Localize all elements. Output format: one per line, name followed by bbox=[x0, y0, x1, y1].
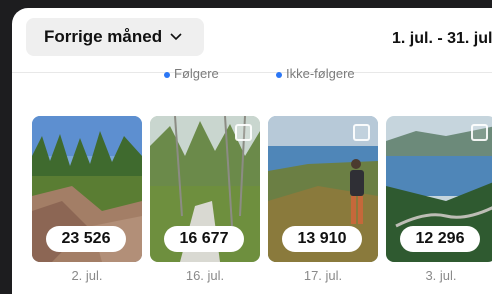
post-date: 2. jul. bbox=[71, 268, 103, 283]
legend-followers-label: Følgere bbox=[174, 66, 219, 81]
chevron-down-icon bbox=[170, 28, 182, 46]
select-checkbox[interactable] bbox=[471, 124, 488, 141]
post-thumbnail[interactable]: 12 296 bbox=[386, 116, 492, 262]
post-thumbnail[interactable]: 13 910 bbox=[268, 116, 378, 262]
period-dropdown[interactable]: Forrige måned bbox=[26, 18, 204, 56]
followers-dot-icon bbox=[164, 71, 170, 78]
legend-non-followers-label: Ikke-følgere bbox=[286, 66, 355, 81]
reach-count: 13 910 bbox=[282, 226, 362, 252]
non-followers-dot-icon bbox=[276, 71, 282, 78]
reach-count: 12 296 bbox=[400, 226, 480, 252]
reach-count: 16 677 bbox=[164, 226, 244, 252]
post-date: 17. jul. bbox=[303, 268, 343, 283]
date-range: 1. jul. - 31. jul. bbox=[392, 30, 492, 47]
post-date: 3. jul. bbox=[425, 268, 457, 283]
legend-non-followers: Ikke-følgere bbox=[276, 66, 355, 81]
panel-header: Forrige måned 1. jul. - 31. jul. bbox=[12, 8, 492, 73]
select-checkbox[interactable] bbox=[235, 124, 252, 141]
legend-followers: Følgere bbox=[164, 66, 219, 81]
reach-count: 23 526 bbox=[46, 226, 126, 252]
period-label: Forrige måned bbox=[44, 27, 163, 46]
post-date: 16. jul. bbox=[185, 268, 225, 283]
insights-panel: Forrige måned 1. jul. - 31. jul. Følgere… bbox=[12, 8, 492, 294]
post-thumbnail[interactable]: 16 677 bbox=[150, 116, 260, 262]
post-thumbnail[interactable]: 23 526 bbox=[32, 116, 142, 262]
select-checkbox[interactable] bbox=[353, 124, 370, 141]
